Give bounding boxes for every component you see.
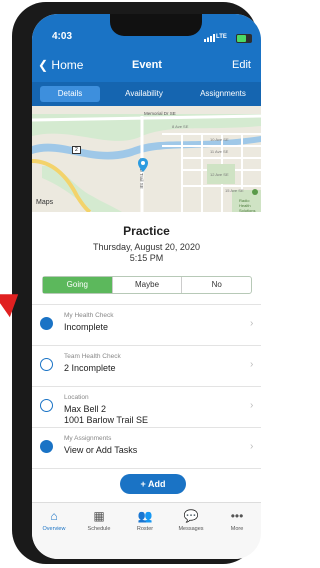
- row-label: Location: [64, 394, 89, 401]
- map-street-label: Memorial Dr SE: [144, 111, 176, 116]
- nav-overview[interactable]: ⌂ Overview: [32, 509, 76, 532]
- check-circle-icon: [40, 358, 53, 371]
- nav-label: Messages: [178, 526, 204, 532]
- more-icon: •••: [230, 509, 244, 523]
- event-date: Thursday, August 20, 2020: [93, 242, 200, 252]
- back-button[interactable]: ❮ Home: [38, 58, 83, 72]
- nav-label: More: [230, 526, 244, 532]
- phone-notch: [110, 14, 202, 36]
- event-time: 5:15 PM: [129, 253, 164, 263]
- row-value: 2 Incomplete: [64, 363, 116, 373]
- row-value: Max Bell 2 1001 Barlow Trail SE: [64, 404, 148, 426]
- location-map[interactable]: Memorial Dr SE Barlow Trail SE 8 Ave SE …: [32, 106, 261, 212]
- people-icon: 👥: [137, 509, 153, 523]
- page-title: Event: [132, 59, 162, 71]
- status-carrier: LTE: [216, 34, 227, 40]
- event-info: Practice Thursday, August 20, 2020 5:15 …: [32, 218, 261, 263]
- nav-more[interactable]: ••• More: [215, 509, 259, 532]
- detail-list: My Health Check Incomplete › Team Health…: [32, 304, 261, 469]
- row-label: My Health Check: [64, 312, 114, 319]
- location-pin-icon: [40, 399, 53, 412]
- location-address: 1001 Barlow Trail SE: [64, 415, 149, 425]
- nav-schedule[interactable]: ▦ Schedule: [77, 509, 121, 532]
- nav-label: Roster: [136, 526, 154, 532]
- map-street-label: 8 Ave SE: [172, 124, 189, 129]
- heart-icon: [40, 317, 53, 330]
- chevron-right-icon: ›: [250, 400, 254, 411]
- tab-availability[interactable]: Availability: [114, 86, 174, 102]
- bottom-nav: ⌂ Overview ▦ Schedule 👥 Roster 💬 Message…: [32, 502, 261, 559]
- maps-attribution: Maps: [36, 199, 54, 206]
- chevron-right-icon: ›: [250, 359, 254, 370]
- nav-label: Schedule: [87, 526, 111, 532]
- tab-assignments[interactable]: Assignments: [190, 86, 256, 102]
- tab-details[interactable]: Details: [40, 86, 100, 102]
- map-pin-icon: [138, 158, 148, 172]
- home-icon: ⌂: [50, 509, 58, 523]
- list-item-health-check[interactable]: My Health Check Incomplete ›: [32, 304, 261, 345]
- list-item-assignments[interactable]: My Assignments View or Add Tasks ›: [32, 427, 261, 469]
- add-button[interactable]: + Add: [120, 474, 186, 494]
- row-label: My Assignments: [64, 435, 112, 442]
- map-poi-label: Radio Health Solutions: [239, 198, 256, 212]
- rsvp-going-button[interactable]: Going: [43, 277, 113, 293]
- map-street-label: 15 Ave SE: [225, 188, 244, 193]
- chat-icon: 💬: [183, 509, 199, 523]
- map-street-label: 12 Ave SE: [210, 172, 229, 177]
- calendar-icon: ▦: [93, 509, 105, 523]
- nav-label: Overview: [42, 526, 66, 532]
- battery-icon: [236, 34, 252, 43]
- rsvp-no-button[interactable]: No: [182, 277, 251, 293]
- back-label: Home: [51, 58, 84, 72]
- map-street-label: 10 Ave SE: [210, 137, 229, 142]
- edit-button[interactable]: Edit: [232, 59, 251, 71]
- rsvp-segmented-control: Going Maybe No: [42, 276, 252, 294]
- row-label: Team Health Check: [64, 353, 121, 360]
- tab-bar: Details Availability Assignments: [32, 82, 261, 106]
- map-highway-shield: 2: [72, 146, 81, 154]
- location-name: Max Bell 2: [64, 404, 107, 414]
- row-value: Incomplete: [64, 322, 109, 332]
- map-street-label: 11 Ave SE: [210, 149, 229, 154]
- rsvp-maybe-button[interactable]: Maybe: [113, 277, 183, 293]
- chevron-right-icon: ›: [250, 441, 254, 452]
- status-time: 4:03: [52, 31, 73, 42]
- chevron-left-icon: ❮: [38, 58, 49, 72]
- row-value: View or Add Tasks: [64, 445, 138, 455]
- list-item-team-health-check[interactable]: Team Health Check 2 Incomplete ›: [32, 345, 261, 386]
- nav-messages[interactable]: 💬 Messages: [169, 509, 213, 532]
- nav-bar: ❮ Home Event Edit: [32, 50, 261, 82]
- phone-screen: 4:03 LTE ❮ Home Event Edit Details Avail…: [32, 14, 261, 559]
- list-item-location[interactable]: Location Max Bell 2 1001 Barlow Trail SE…: [32, 386, 261, 427]
- nav-roster[interactable]: 👥 Roster: [123, 509, 167, 532]
- chevron-right-icon: ›: [250, 318, 254, 329]
- event-name: Practice: [123, 224, 170, 238]
- assignment-icon: [40, 440, 53, 453]
